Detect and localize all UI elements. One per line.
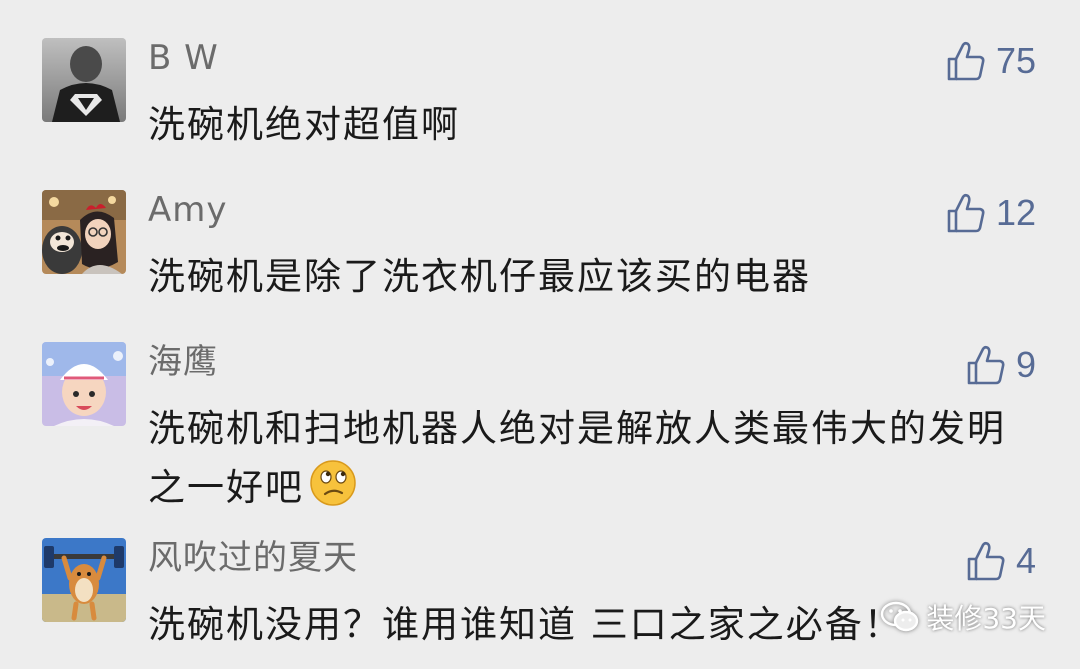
avatar[interactable] [42,190,126,274]
thumbs-up-icon [946,40,986,82]
wechat-icon [880,600,920,634]
comment-text: 洗碗机和扫地机器人绝对是解放人类最伟大的发明之一好吧 [148,400,1038,517]
like-button[interactable]: 4 [966,538,1036,584]
like-count: 9 [1015,344,1036,385]
thumbs-up-icon [966,540,1006,582]
watermark-text: 装修33天 [926,602,1046,635]
child-with-hat-avatar [42,342,126,426]
comment-list: B W 75 洗碗机绝对超值啊 Amy 12 洗碗机是除了洗衣机仔最应该买的电器… [0,0,1080,669]
avatar[interactable] [42,38,126,122]
woman-with-plush-avatar [42,190,126,274]
superman-kid-avatar [42,38,126,122]
username[interactable]: Amy [148,190,228,230]
like-count: 4 [1015,540,1036,581]
thumbs-up-icon [966,344,1006,386]
username[interactable]: 风吹过的夏天 [148,538,358,578]
like-button[interactable]: 12 [946,190,1036,236]
weightlifting-hamster-avatar [42,538,126,622]
like-count: 75 [995,40,1036,81]
avatar[interactable] [42,538,126,622]
watermark: 装修33天 [880,597,1046,637]
thinking-face-emoji [308,458,358,508]
avatar[interactable] [42,342,126,426]
username[interactable]: B W [148,38,219,78]
like-button[interactable]: 9 [966,342,1036,388]
comment-text: 洗碗机绝对超值啊 [148,103,460,146]
like-button[interactable]: 75 [946,38,1036,84]
like-count: 12 [995,192,1036,233]
comment-text: 洗碗机是除了洗衣机仔最应该买的电器 [148,255,811,298]
comment-text-content: 洗碗机和扫地机器人绝对是解放人类最伟大的发明之一好吧 [148,407,1006,509]
thumbs-up-icon [946,192,986,234]
username[interactable]: 海鹰 [148,342,218,382]
